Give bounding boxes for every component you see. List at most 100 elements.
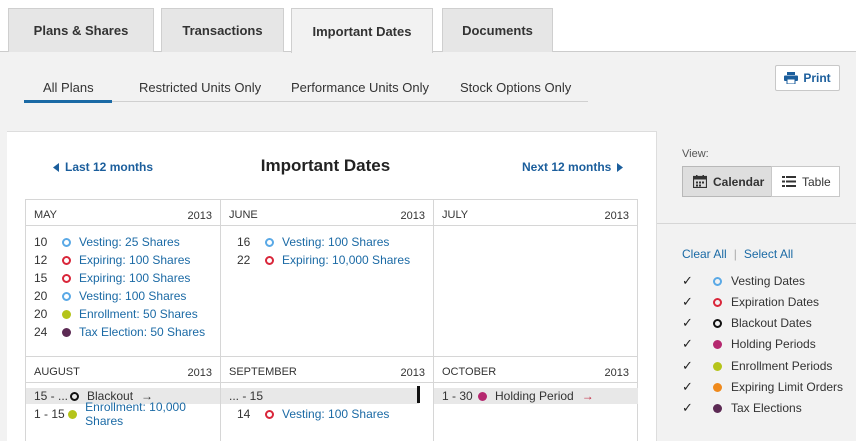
month-july: JULY 2013 xyxy=(433,199,638,357)
event-day: 1 - 15 xyxy=(34,407,65,421)
calendar-icon xyxy=(693,175,707,188)
vesting-marker-icon xyxy=(62,291,71,301)
expiration-marker-icon xyxy=(265,409,274,419)
month-june: JUNE 2013 16 Vesting: 100 Shares 22 Expi… xyxy=(220,199,434,357)
panel-divider xyxy=(657,223,856,224)
checkbox-checked-icon[interactable]: ✓ xyxy=(682,315,694,331)
event-day: 1 - 30 xyxy=(442,389,473,403)
select-all-link[interactable]: Select All xyxy=(744,247,793,261)
tax-election-marker-icon xyxy=(713,403,722,413)
tax-election-marker-icon xyxy=(62,327,71,337)
tab-documents[interactable]: Documents xyxy=(442,8,553,52)
month-october: OCTOBER 2013 1 - 30 Holding Period → xyxy=(433,356,638,441)
filter-links: Clear All | Select All xyxy=(682,247,793,261)
calendar-event[interactable]: 20 Vesting: 100 Shares xyxy=(34,288,186,304)
link-separator: | xyxy=(733,247,737,261)
checkbox-checked-icon[interactable]: ✓ xyxy=(682,336,694,352)
tab-important-dates[interactable]: Important Dates xyxy=(291,8,433,53)
filter-holding-periods[interactable]: ✓ Holding Periods xyxy=(682,336,816,352)
subtab-stock-options[interactable]: Stock Options Only xyxy=(460,80,571,95)
checkbox-checked-icon[interactable]: ✓ xyxy=(682,358,694,374)
period-end-marker xyxy=(417,386,420,403)
filter-label: Expiration Dates xyxy=(731,295,820,309)
filter-tax-elections[interactable]: ✓ Tax Elections xyxy=(682,400,802,416)
vesting-marker-icon xyxy=(62,237,71,247)
event-label: Vesting: 100 Shares xyxy=(282,407,390,421)
calendar-event[interactable]: 10 Vesting: 25 Shares xyxy=(34,234,180,250)
calendar-event[interactable]: 15 Expiring: 100 Shares xyxy=(34,270,190,286)
event-label: Expiring: 100 Shares xyxy=(79,253,191,267)
filter-blackout-dates[interactable]: ✓ Blackout Dates xyxy=(682,315,812,331)
calendar-event[interactable]: 22 Expiring: 10,000 Shares xyxy=(237,252,410,268)
view-label: View: xyxy=(682,148,709,160)
calendar-event-blackout-continued[interactable]: ... - 15 xyxy=(221,388,419,404)
filter-expiration-dates[interactable]: ✓ Expiration Dates xyxy=(682,294,819,310)
calendar-view-button[interactable]: Calendar xyxy=(682,166,772,197)
calendar-view-label: Calendar xyxy=(713,174,765,189)
next-months-link[interactable]: Next 12 months xyxy=(522,160,624,174)
tab-plans-shares[interactable]: Plans & Shares xyxy=(8,8,154,52)
filter-label: Blackout Dates xyxy=(731,316,812,330)
month-name: SEPTEMBER xyxy=(229,366,297,378)
event-label: Holding Period xyxy=(495,389,574,403)
subtab-all-plans[interactable]: All Plans xyxy=(43,80,94,95)
filter-enrollment-periods[interactable]: ✓ Enrollment Periods xyxy=(682,358,832,374)
blackout-marker-icon xyxy=(713,318,722,328)
blackout-marker-icon xyxy=(70,391,79,401)
subtab-performance-units[interactable]: Performance Units Only xyxy=(291,80,429,95)
expiration-marker-icon xyxy=(62,273,71,283)
enrollment-marker-icon xyxy=(62,309,71,319)
event-label: Vesting: 25 Shares xyxy=(79,235,180,249)
checkbox-checked-icon[interactable]: ✓ xyxy=(682,379,694,395)
clear-all-link[interactable]: Clear All xyxy=(682,247,727,261)
subtab-restricted-units[interactable]: Restricted Units Only xyxy=(139,80,261,95)
filter-vesting-dates[interactable]: ✓ Vesting Dates xyxy=(682,273,805,289)
view-options-panel: View: Calendar Table Clear All | Select … xyxy=(656,131,856,441)
print-button[interactable]: Print xyxy=(775,65,840,91)
calendar-event-holding[interactable]: 1 - 30 Holding Period → xyxy=(434,388,638,404)
subtab-active-indicator xyxy=(24,100,112,103)
event-day: 22 xyxy=(237,253,251,267)
month-year: 2013 xyxy=(187,210,212,222)
filter-label: Holding Periods xyxy=(731,337,816,351)
filter-label: Expiring Limit Orders xyxy=(731,380,844,394)
month-name: MAY xyxy=(34,209,58,221)
event-day: 12 xyxy=(34,253,48,267)
month-name: OCTOBER xyxy=(442,366,497,378)
month-name: AUGUST xyxy=(34,366,80,378)
calendar-event[interactable]: 20 Enrollment: 50 Shares xyxy=(34,306,198,322)
vesting-marker-icon xyxy=(713,276,722,286)
calendar-event[interactable]: 1 - 15 Enrollment: 10,000 Shares xyxy=(34,400,220,428)
arrow-right-icon: → xyxy=(581,389,594,403)
table-view-button[interactable]: Table xyxy=(771,166,840,197)
caret-right-icon xyxy=(617,162,624,172)
filter-label: Vesting Dates xyxy=(731,274,806,288)
event-day: ... - 15 xyxy=(229,389,264,403)
event-day: 15 xyxy=(34,271,48,285)
vesting-marker-icon xyxy=(265,237,274,247)
month-may: MAY 2013 10 Vesting: 25 Shares 12 Expiri… xyxy=(25,199,221,357)
holding-period-marker-icon xyxy=(478,391,487,401)
checkbox-checked-icon[interactable]: ✓ xyxy=(682,273,694,289)
enrollment-marker-icon xyxy=(68,409,78,419)
expiration-marker-icon xyxy=(265,255,274,265)
calendar-event[interactable]: 16 Vesting: 100 Shares xyxy=(237,234,389,250)
calendar-event[interactable]: 24 Tax Election: 50 Shares xyxy=(34,324,205,340)
event-day: 16 xyxy=(237,235,251,249)
event-day: 15 - ... xyxy=(34,389,69,403)
checkbox-checked-icon[interactable]: ✓ xyxy=(682,294,694,310)
table-view-label: Table xyxy=(802,174,831,189)
event-label: Expiring: 100 Shares xyxy=(79,271,191,285)
month-year: 2013 xyxy=(604,210,629,222)
calendar-event[interactable]: 12 Expiring: 100 Shares xyxy=(34,252,190,268)
filter-expiring-limit-orders[interactable]: ✓ Expiring Limit Orders xyxy=(682,379,843,395)
checkbox-checked-icon[interactable]: ✓ xyxy=(682,400,694,416)
event-day: 20 xyxy=(34,307,48,321)
enrollment-marker-icon xyxy=(713,361,722,371)
event-label: Vesting: 100 Shares xyxy=(282,235,390,249)
limit-order-marker-icon xyxy=(713,382,722,392)
calendar-event[interactable]: 14 Vesting: 100 Shares xyxy=(237,406,389,422)
month-september: SEPTEMBER 2013 ... - 15 14 Vesting: 100 … xyxy=(220,356,434,441)
tab-transactions[interactable]: Transactions xyxy=(161,8,284,52)
plan-filter-nav: All Plans Restricted Units Only Performa… xyxy=(0,52,856,130)
